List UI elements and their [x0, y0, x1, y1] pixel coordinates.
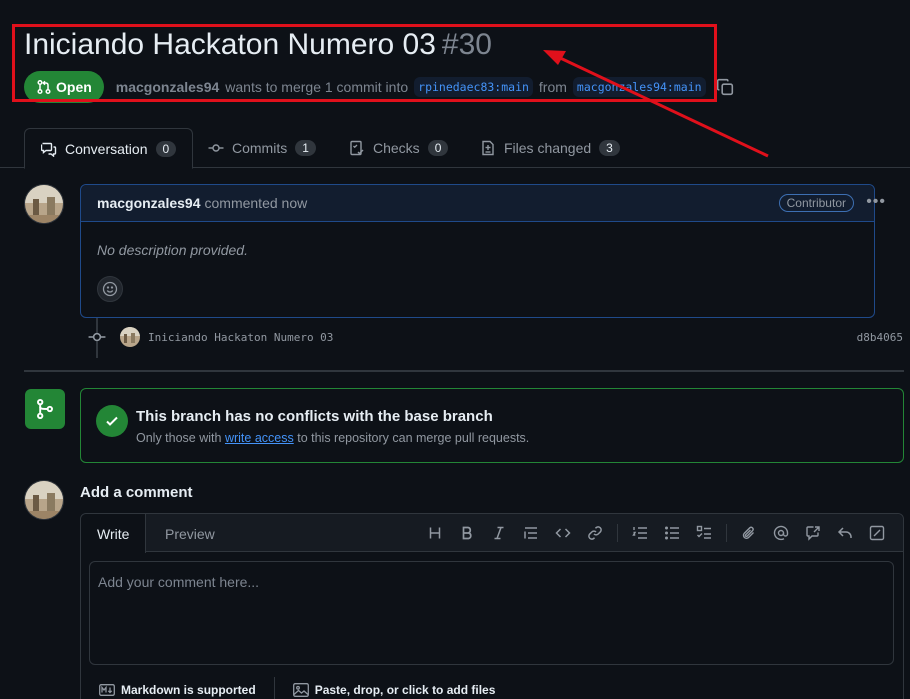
- merge-status-box: This branch has no conflicts with the ba…: [80, 388, 904, 463]
- mention-icon[interactable]: [765, 523, 797, 543]
- tab-conversation-count: 0: [155, 140, 177, 157]
- commit-avatar[interactable]: [120, 327, 140, 347]
- markdown-toolbar: [419, 523, 893, 543]
- commit-icon: [88, 332, 106, 342]
- check-circle-icon: [96, 405, 128, 437]
- tab-preview[interactable]: Preview: [149, 514, 231, 553]
- smiley-icon: [102, 281, 118, 297]
- tab-checks-label: Checks: [373, 140, 420, 156]
- tab-commits[interactable]: Commits 1: [192, 128, 332, 168]
- markdown-icon: [99, 684, 115, 696]
- tab-files-changed-count: 3: [599, 140, 620, 156]
- tab-commits-count: 1: [295, 140, 316, 156]
- toolbar-separator: [617, 524, 618, 542]
- footer-separator: [273, 677, 275, 699]
- reply-icon[interactable]: [829, 523, 861, 543]
- heading-icon[interactable]: [419, 523, 451, 543]
- comment-card: macgonzales94 commented now Contributor …: [80, 184, 885, 318]
- cross-reference-icon[interactable]: [797, 523, 829, 543]
- comment-discussion-icon: [41, 142, 57, 157]
- tab-conversation-label: Conversation: [65, 140, 148, 157]
- pr-tabs: Conversation 0 Commits 1 Checks 0 Files …: [0, 128, 910, 169]
- code-icon[interactable]: [547, 523, 579, 543]
- copy-icon[interactable]: [716, 78, 734, 96]
- timeline-commit-row: Iniciando Hackaton Numero 03 d8b4065: [88, 326, 903, 348]
- tab-checks[interactable]: Checks 0: [333, 128, 464, 168]
- task-list-icon[interactable]: [688, 523, 720, 543]
- tab-files-changed[interactable]: Files changed 3: [464, 128, 636, 168]
- checklist-icon: [350, 140, 364, 156]
- git-branch-icon: [37, 398, 53, 420]
- comment-textarea[interactable]: [89, 561, 894, 665]
- comment-header: macgonzales94 commented now Contributor …: [81, 185, 885, 222]
- italic-icon[interactable]: [483, 523, 515, 543]
- file-diff-icon: [482, 140, 494, 156]
- merge-sub-suffix: to this repository can merge pull reques…: [297, 431, 530, 445]
- commit-icon: [208, 144, 224, 152]
- comment-body: No description provided.: [97, 242, 248, 258]
- fullscreen-edit-icon[interactable]: [861, 523, 893, 543]
- merge-status-icon-box: [25, 389, 65, 429]
- commit-message-link[interactable]: Iniciando Hackaton Numero 03: [148, 331, 333, 344]
- toolbar-separator: [726, 524, 727, 542]
- merge-status-title: This branch has no conflicts with the ba…: [136, 408, 493, 425]
- kebab-menu-icon[interactable]: •••: [866, 193, 886, 211]
- tab-commits-label: Commits: [232, 140, 288, 156]
- editor-footer: Markdown is supported Paste, drop, or cl…: [99, 677, 495, 699]
- tab-conversation[interactable]: Conversation 0: [24, 128, 194, 169]
- comment-timestamp: commented now: [204, 195, 308, 211]
- merge-sub-prefix: Only those with: [136, 431, 222, 445]
- write-access-link[interactable]: write access: [225, 431, 294, 445]
- editor-header: Write Preview: [81, 514, 903, 553]
- avatar[interactable]: [24, 184, 64, 224]
- timeline-divider: [24, 370, 904, 372]
- unordered-list-icon[interactable]: [656, 523, 688, 543]
- commit-sha-link[interactable]: d8b4065: [857, 331, 903, 344]
- tab-files-changed-label: Files changed: [504, 140, 592, 156]
- tab-checks-count: 0: [427, 140, 449, 156]
- quote-icon[interactable]: [515, 523, 547, 543]
- bold-icon[interactable]: [451, 523, 483, 543]
- comment-author[interactable]: macgonzales94: [97, 195, 201, 211]
- link-icon[interactable]: [579, 523, 611, 543]
- markdown-supported-link[interactable]: Markdown is supported: [99, 683, 256, 697]
- add-comment-heading: Add a comment: [80, 484, 193, 501]
- ordered-list-icon[interactable]: [624, 523, 656, 543]
- comment-editor: Write Preview Markdown is supported: [80, 513, 904, 699]
- annotation-highlight-box: [12, 24, 717, 102]
- attach-note: Paste, drop, or click to add files: [314, 683, 496, 697]
- markdown-note: Markdown is supported: [121, 683, 256, 697]
- tab-write[interactable]: Write: [81, 514, 147, 553]
- merge-status-subtitle: Only those with write access to this rep…: [136, 431, 529, 445]
- image-icon: [292, 683, 309, 697]
- contributor-badge: Contributor: [778, 194, 854, 212]
- paperclip-icon[interactable]: [733, 523, 765, 543]
- attach-files-button[interactable]: Paste, drop, or click to add files: [292, 683, 496, 697]
- add-reaction-button[interactable]: [97, 276, 123, 302]
- current-user-avatar[interactable]: [24, 480, 64, 520]
